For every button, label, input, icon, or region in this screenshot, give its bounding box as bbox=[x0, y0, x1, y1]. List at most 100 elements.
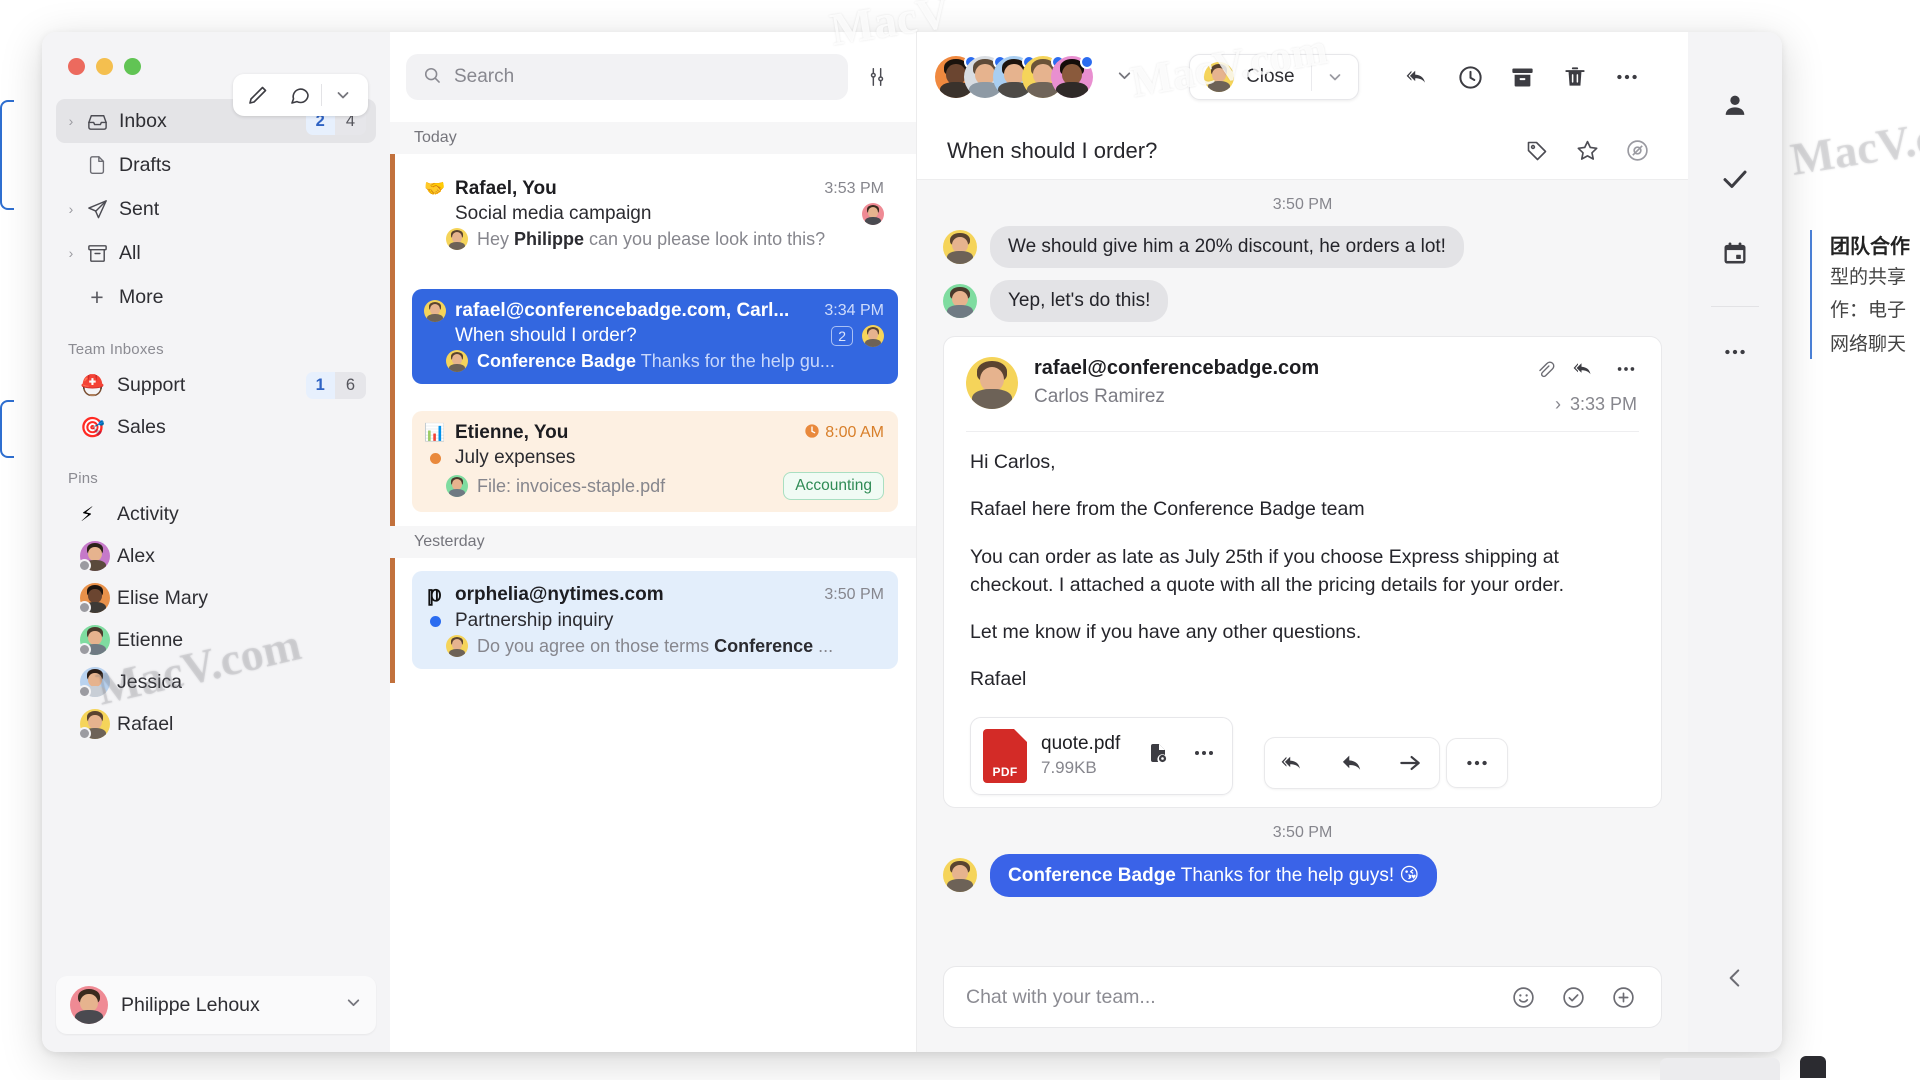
chevron-down-icon[interactable] bbox=[345, 994, 362, 1016]
zoom-window-icon[interactable] bbox=[124, 58, 141, 75]
email-body: Hi Carlos, Rafael here from the Conferen… bbox=[944, 432, 1661, 694]
list-item[interactable]: rafael@conferencebadge.com, Carl... 3:34… bbox=[390, 276, 916, 398]
archive-icon bbox=[82, 242, 112, 265]
bar-chart-icon: 📊 bbox=[424, 423, 446, 442]
more-icon[interactable] bbox=[1704, 321, 1766, 383]
close-button-main[interactable]: Close bbox=[1190, 62, 1311, 92]
sidebar-item-alex[interactable]: Alex bbox=[56, 535, 376, 577]
trash-icon[interactable] bbox=[1549, 54, 1601, 100]
chevron-down-icon[interactable] bbox=[322, 75, 364, 115]
email-card: rafael@conferencebadge.com Carlos Ramire… bbox=[943, 336, 1662, 808]
chat-input-placeholder[interactable]: Chat with your team... bbox=[966, 986, 1495, 1009]
sidebar-item-etienne[interactable]: Etienne bbox=[56, 619, 376, 661]
message-time: 8:00 AM bbox=[804, 423, 884, 444]
reply-icon[interactable] bbox=[1323, 738, 1381, 788]
sidebar-item-jessica[interactable]: Jessica bbox=[56, 661, 376, 703]
paperclip-icon[interactable] bbox=[1534, 359, 1555, 385]
avatar bbox=[70, 986, 108, 1024]
unread-stripe bbox=[390, 276, 395, 398]
sidebar-item-elise-mary[interactable]: Elise Mary bbox=[56, 577, 376, 619]
tag-icon[interactable] bbox=[1512, 139, 1562, 163]
sidebar-item-drafts[interactable]: › Drafts bbox=[56, 143, 376, 187]
sidebar-item-support[interactable]: ⛑️ Support 1 6 bbox=[56, 364, 376, 406]
sidebar-item-label: Sent bbox=[119, 197, 160, 220]
reply-all-icon[interactable] bbox=[1393, 54, 1445, 100]
task-check-icon[interactable] bbox=[1551, 975, 1595, 1019]
avatar bbox=[78, 709, 110, 740]
more-icon[interactable] bbox=[1615, 358, 1637, 385]
reply-all-icon[interactable] bbox=[1265, 738, 1323, 788]
chevron-right-icon[interactable]: › bbox=[62, 245, 80, 261]
list-item[interactable]: 🤝 Rafael, You 3:53 PM Social media campa… bbox=[390, 154, 916, 276]
sidebar-item-all[interactable]: › All bbox=[56, 231, 376, 275]
participant-avatar-stack[interactable] bbox=[935, 55, 1094, 98]
sidebar-item-more[interactable]: › + More bbox=[56, 275, 376, 319]
annotation-line: 型的共享 bbox=[1830, 267, 1907, 288]
chevron-right-icon[interactable]: › bbox=[62, 201, 80, 217]
sidebar-item-sent[interactable]: › Sent bbox=[56, 187, 376, 231]
nytimes-icon: 𝕡 bbox=[427, 582, 443, 606]
conversation-scroll-area[interactable]: 3:50 PM We should give him a 20% discoun… bbox=[917, 180, 1688, 954]
reply-button-group bbox=[1263, 736, 1440, 789]
message-list-toolbar: Search bbox=[390, 32, 916, 122]
message-subject: Partnership inquiry bbox=[455, 610, 614, 631]
sidebar-item-activity[interactable]: ⚡ Activity bbox=[56, 493, 376, 535]
check-icon[interactable] bbox=[1704, 148, 1766, 210]
email-paragraph: You can order as late as July 25th if yo… bbox=[970, 545, 1565, 596]
snooze-clock-icon[interactable] bbox=[1445, 54, 1497, 100]
list-item[interactable]: 📊 Etienne, You 8:00 AM July expenses Fil… bbox=[390, 398, 916, 526]
attachment-name: quote.pdf bbox=[1041, 733, 1121, 755]
preview-file-icon[interactable] bbox=[1146, 741, 1170, 770]
email-sender-address: rafael@conferencebadge.com bbox=[1034, 357, 1320, 379]
filter-sliders-icon[interactable] bbox=[860, 60, 894, 94]
avatar bbox=[966, 357, 1018, 409]
person-icon[interactable] bbox=[1704, 74, 1766, 136]
sidebar-item-rafael[interactable]: Rafael bbox=[56, 703, 376, 745]
pins-heading: Pins bbox=[68, 470, 98, 487]
plus-circle-icon[interactable] bbox=[1601, 975, 1645, 1019]
message-list-column: Search Today 🤝 Rafael, You 3:53 PM Socia… bbox=[390, 32, 917, 1052]
message-preview: Hey Philippe can you please look into th… bbox=[477, 228, 826, 249]
star-icon[interactable] bbox=[1562, 138, 1612, 163]
chevron-down-icon[interactable] bbox=[1116, 67, 1133, 88]
close-conversation-button[interactable]: Close bbox=[1189, 54, 1359, 100]
sidebar-item-label: Jessica bbox=[117, 670, 183, 693]
email-paragraph: Rafael here from the Conference Badge te… bbox=[970, 498, 1365, 521]
avatar bbox=[862, 325, 884, 347]
more-icon[interactable] bbox=[1192, 741, 1216, 770]
pencil-icon[interactable] bbox=[237, 75, 279, 115]
chevron-left-icon[interactable] bbox=[1707, 950, 1763, 1006]
avatar bbox=[446, 350, 468, 372]
minimize-window-icon[interactable] bbox=[96, 58, 113, 75]
chevron-right-icon[interactable]: › bbox=[62, 113, 80, 129]
chevron-right-icon[interactable]: › bbox=[1555, 394, 1561, 415]
search-input[interactable]: Search bbox=[406, 54, 848, 100]
avatar bbox=[446, 475, 468, 497]
close-window-icon[interactable] bbox=[68, 58, 85, 75]
annotation-line: 作：电子 bbox=[1830, 300, 1907, 322]
calendar-icon[interactable] bbox=[1704, 222, 1766, 284]
forward-icon[interactable] bbox=[1381, 738, 1439, 788]
current-user-bar[interactable]: Philippe Lehoux bbox=[56, 976, 376, 1034]
chat-message: Yep, let's do this! bbox=[943, 280, 1662, 322]
archive-icon[interactable] bbox=[1497, 54, 1549, 100]
more-icon[interactable] bbox=[1601, 54, 1653, 100]
sidebar-item-label: Rafael bbox=[117, 712, 174, 735]
eye-slash-icon[interactable] bbox=[1612, 138, 1662, 163]
tag-badge[interactable]: Accounting bbox=[783, 472, 884, 500]
attachment-chip[interactable]: PDF quote.pdf 7.99KB bbox=[970, 716, 1234, 795]
chat-message: Conference Badge Thanks for the help guy… bbox=[943, 853, 1662, 897]
emoji-icon[interactable] bbox=[1501, 975, 1545, 1019]
reply-all-icon[interactable] bbox=[1573, 357, 1597, 386]
sidebar-item-label: Activity bbox=[117, 502, 179, 525]
message-subject: When should I order? bbox=[455, 325, 637, 346]
list-item[interactable]: 𝕡 orphelia@nytimes.com 3:50 PM Partnersh… bbox=[390, 558, 916, 683]
divider bbox=[1711, 306, 1759, 307]
chat-bubble-icon[interactable] bbox=[279, 75, 321, 115]
chevron-down-icon[interactable] bbox=[1312, 69, 1358, 85]
sidebar-item-sales[interactable]: 🎯 Sales bbox=[56, 406, 376, 448]
chat-composer[interactable]: Chat with your team... bbox=[943, 966, 1662, 1028]
more-icon[interactable] bbox=[1445, 737, 1508, 788]
message-time: 3:50 PM bbox=[824, 585, 884, 603]
chat-message: We should give him a 20% discount, he or… bbox=[943, 226, 1662, 268]
